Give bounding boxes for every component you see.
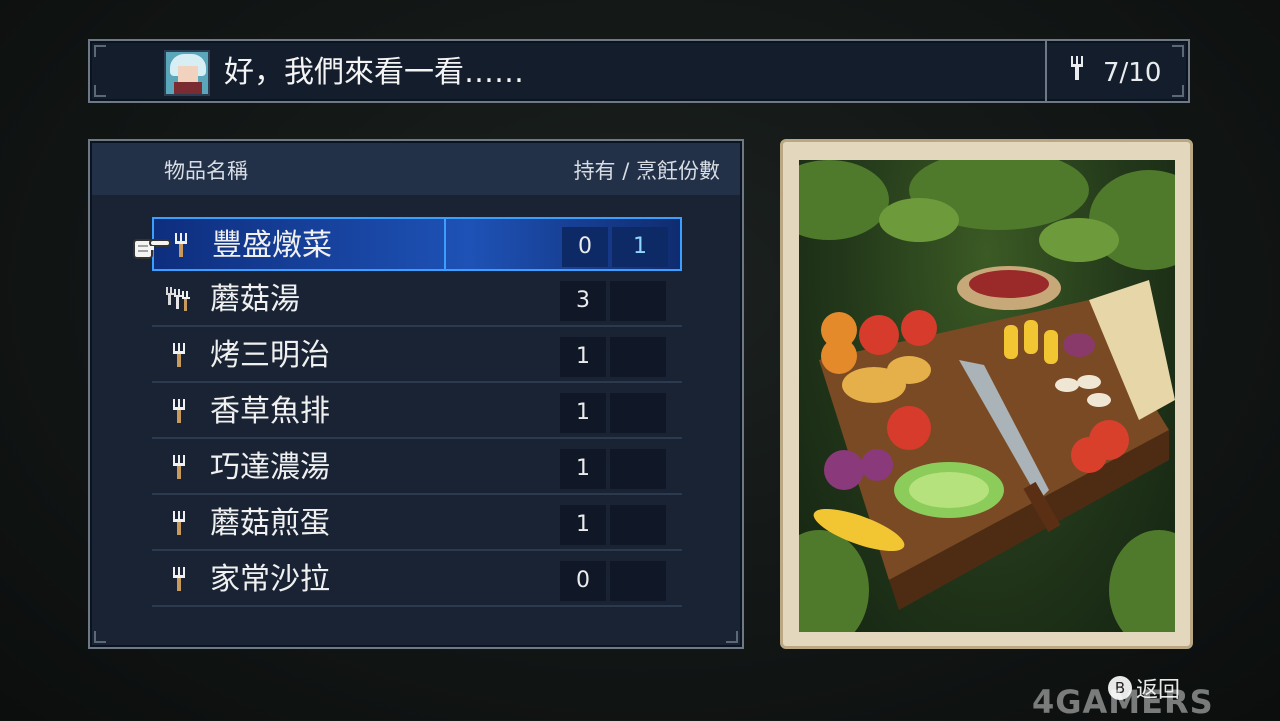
dish-illustration-frame	[780, 139, 1193, 649]
cook-count	[610, 505, 666, 545]
fork-icon	[1065, 55, 1089, 91]
owned-count: 1	[560, 449, 606, 489]
ornament-corner	[726, 631, 738, 643]
cook-count	[610, 281, 666, 321]
recipe-list-panel: 物品名稱 持有 / 烹飪份數 豐盛燉菜 0 1 蘑菇湯 3 烤三明治 1 香草魚…	[88, 139, 744, 649]
cook-count: 1	[612, 227, 668, 267]
recipe-name: 蘑菇湯	[210, 282, 300, 317]
recipe-row[interactable]: 蘑菇煎蛋 1	[152, 497, 682, 551]
recipe-name: 巧達濃湯	[210, 450, 330, 485]
divider	[1045, 41, 1047, 101]
fork-icon	[166, 565, 192, 593]
recipe-row[interactable]: 家常沙拉 0	[152, 553, 682, 607]
watermark: 4GAMERS	[1032, 683, 1214, 721]
fork-icon	[166, 397, 192, 425]
ornament-corner	[94, 85, 106, 97]
column-header-name: 物品名稱	[164, 159, 248, 183]
cook-count	[610, 561, 666, 601]
dialog-message: 好，我們來看一看……	[224, 55, 524, 90]
owned-count: 0	[562, 227, 608, 267]
divider	[444, 219, 446, 269]
cook-count	[610, 449, 666, 489]
owned-count: 0	[560, 561, 606, 601]
fork-icon	[166, 509, 192, 537]
ornament-corner	[94, 631, 106, 643]
cook-counter-value: 7/10	[1103, 58, 1162, 88]
owned-count: 1	[560, 505, 606, 545]
list-header: 物品名稱 持有 / 烹飪份數	[92, 143, 740, 195]
dish-illustration	[799, 160, 1175, 632]
recipe-row[interactable]: 香草魚排 1	[152, 385, 682, 439]
triple-fork-icon	[166, 285, 192, 313]
character-portrait	[164, 50, 210, 96]
fork-icon	[166, 341, 192, 369]
recipe-name: 豐盛燉菜	[212, 228, 332, 263]
owned-count: 1	[560, 337, 606, 377]
pointing-hand-icon	[132, 232, 172, 262]
cook-count	[610, 337, 666, 377]
fork-icon	[166, 453, 192, 481]
dialog-bar: 好，我們來看一看…… 7/10	[88, 39, 1190, 103]
owned-count: 3	[560, 281, 606, 321]
ornament-corner	[94, 45, 106, 57]
recipe-name: 家常沙拉	[210, 562, 330, 597]
recipe-row[interactable]: 蘑菇湯 3	[152, 273, 682, 327]
recipe-row-selected[interactable]: 豐盛燉菜 0 1	[152, 217, 682, 271]
recipe-name: 烤三明治	[210, 338, 330, 373]
ornament-corner	[1172, 85, 1184, 97]
recipe-name: 香草魚排	[210, 394, 330, 429]
recipe-row[interactable]: 烤三明治 1	[152, 329, 682, 383]
owned-count: 1	[560, 393, 606, 433]
recipe-row[interactable]: 巧達濃湯 1	[152, 441, 682, 495]
ornament-corner	[1172, 45, 1184, 57]
cook-counter: 7/10	[1065, 55, 1161, 91]
cook-count	[610, 393, 666, 433]
recipe-name: 蘑菇煎蛋	[210, 506, 330, 541]
column-header-count: 持有 / 烹飪份數	[573, 159, 720, 183]
